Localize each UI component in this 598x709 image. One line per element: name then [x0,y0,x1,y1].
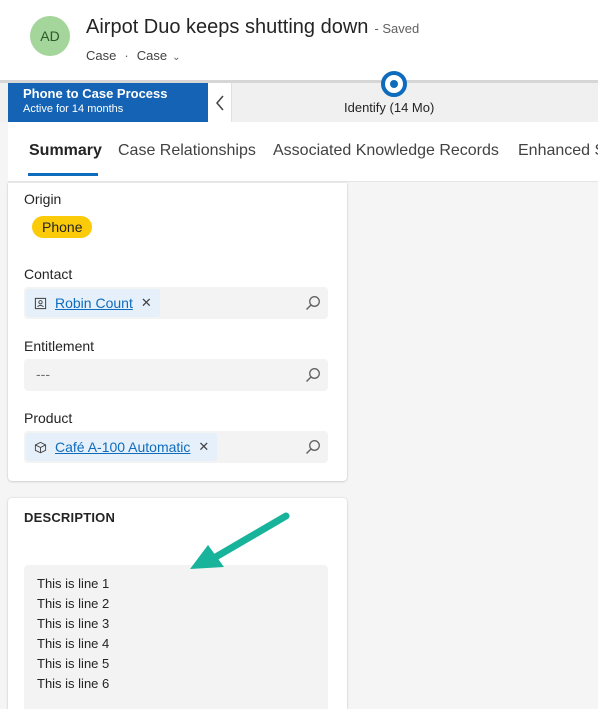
close-icon[interactable]: ✕ [141,295,152,311]
entitlement-value: --- [36,366,50,382]
chevron-down-icon: ⌄ [172,52,181,63]
active-tab-indicator [28,173,98,176]
description-heading: DESCRIPTION [24,510,116,525]
annotation-arrow-icon [190,512,290,569]
avatar: AD [30,16,70,56]
description-line: This is line 6 [37,676,110,691]
stage-indicator-dot [390,80,398,88]
form-selector[interactable]: Case ⌄ [137,48,181,63]
case-details-section: Origin Phone Contact Robin Count ✕ Entit… [8,183,347,481]
search-icon[interactable] [304,438,322,456]
product-field[interactable]: Café A-100 Automatic ✕ [24,431,328,463]
tab-associated-knowledge-records[interactable]: Associated Knowledge Records [273,142,499,160]
description-line: This is line 4 [37,636,110,651]
contact-link[interactable]: Robin Count [55,295,133,311]
contact-label: Contact [24,266,73,282]
description-line: This is line 5 [37,656,110,671]
form-tabs: Summary Case Relationships Associated Kn… [8,122,598,182]
search-icon[interactable] [304,366,322,384]
entitlement-field[interactable]: --- [24,359,328,391]
business-process-bar: Phone to Case Process Active for 14 mont… [0,71,598,122]
close-icon[interactable]: ✕ [198,439,209,455]
contact-lookup-tag: Robin Count ✕ [26,289,160,317]
origin-label: Origin [24,191,62,207]
process-active-duration: Active for 14 months [23,103,124,115]
description-line: This is line 2 [37,596,110,611]
description-textarea[interactable]: This is line 1 This is line 2 This is li… [24,565,328,709]
entity-type-label: Case [86,48,117,63]
description-line: This is line 3 [37,616,110,631]
saved-status: - Saved [374,21,420,36]
search-icon[interactable] [304,294,322,312]
process-flyout-button[interactable]: Phone to Case Process Active for 14 mont… [8,83,208,122]
process-name: Phone to Case Process [23,86,168,101]
title-row: Airpot Duo keeps shutting down - Saved [86,16,419,39]
product-box-icon [34,441,47,453]
entity-separator: · [124,48,129,63]
stage-indicator-icon[interactable] [381,71,407,97]
product-link[interactable]: Café A-100 Automatic [55,439,190,455]
record-header: AD Airpot Duo keeps shutting down - Save… [0,0,598,80]
chevron-left-icon [215,95,224,110]
origin-value-badge[interactable]: Phone [32,216,93,238]
stage-label[interactable]: Identify (14 Mo) [344,100,434,115]
tab-case-relationships[interactable]: Case Relationships [118,142,256,160]
collapse-process-button[interactable] [208,83,232,122]
record-title: Airpot Duo keeps shutting down [86,16,369,38]
tab-summary[interactable]: Summary [29,142,102,160]
contact-card-icon [34,297,47,309]
product-lookup-tag: Café A-100 Automatic ✕ [26,433,218,461]
tab-enhanced[interactable]: Enhanced S [518,142,598,160]
contact-field[interactable]: Robin Count ✕ [24,287,328,319]
entity-row: Case · Case ⌄ [86,48,180,63]
product-label: Product [24,410,73,426]
form-selector-label: Case [136,48,168,63]
description-line: This is line 1 [37,576,110,591]
entitlement-label: Entitlement [24,338,95,354]
